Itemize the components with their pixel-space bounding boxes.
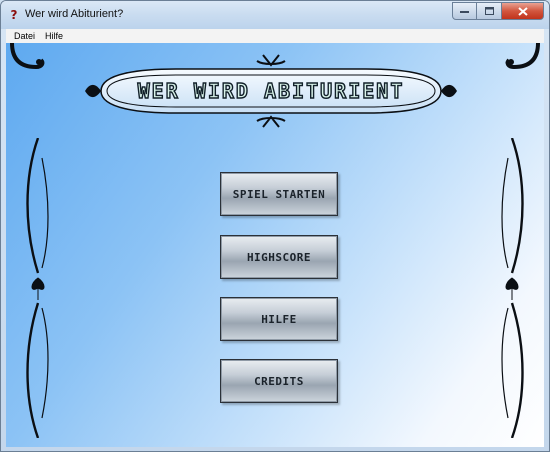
question-mark-icon: ?: [10, 8, 18, 22]
minimize-icon: [460, 11, 469, 13]
start-game-button[interactable]: SPIEL STARTEN: [220, 172, 338, 216]
logo-title: Wer wird Abiturient: [137, 78, 405, 103]
highscore-button[interactable]: HIGHSCORE: [220, 235, 338, 279]
corner-ornament-top-left: [10, 43, 45, 70]
start-game-label: SPIEL STARTEN: [232, 187, 326, 201]
menu-bar: Datei Hilfe: [6, 29, 544, 43]
close-button[interactable]: [502, 2, 544, 20]
close-icon: [517, 6, 528, 16]
maximize-button[interactable]: [477, 2, 502, 20]
corner-ornament-top-right: [505, 43, 540, 70]
main-screen: Wer wird Abiturient SPIEL STARTEN HIGHSC…: [6, 43, 544, 447]
highscore-label: HIGHSCORE: [246, 250, 312, 264]
game-logo: Wer wird Abiturient: [81, 51, 461, 131]
help-button[interactable]: HILFE: [220, 297, 338, 341]
menu-hilfe[interactable]: Hilfe: [45, 29, 63, 43]
minimize-button[interactable]: [452, 2, 477, 20]
side-ornament-right: [501, 138, 524, 438]
side-ornament-left: [26, 138, 49, 438]
application-window: ? Wer wird Abiturient? Datei Hilfe WER W…: [0, 0, 550, 452]
title-bar[interactable]: ? Wer wird Abiturient?: [1, 1, 549, 29]
menu-datei[interactable]: Datei: [14, 29, 35, 43]
window-controls: [452, 2, 544, 20]
credits-label: CREDITS: [254, 374, 304, 388]
credits-button[interactable]: CREDITS: [220, 359, 338, 403]
maximize-icon: [484, 7, 494, 15]
window-title: Wer wird Abiturient?: [25, 8, 124, 20]
help-label: HILFE: [261, 312, 297, 326]
